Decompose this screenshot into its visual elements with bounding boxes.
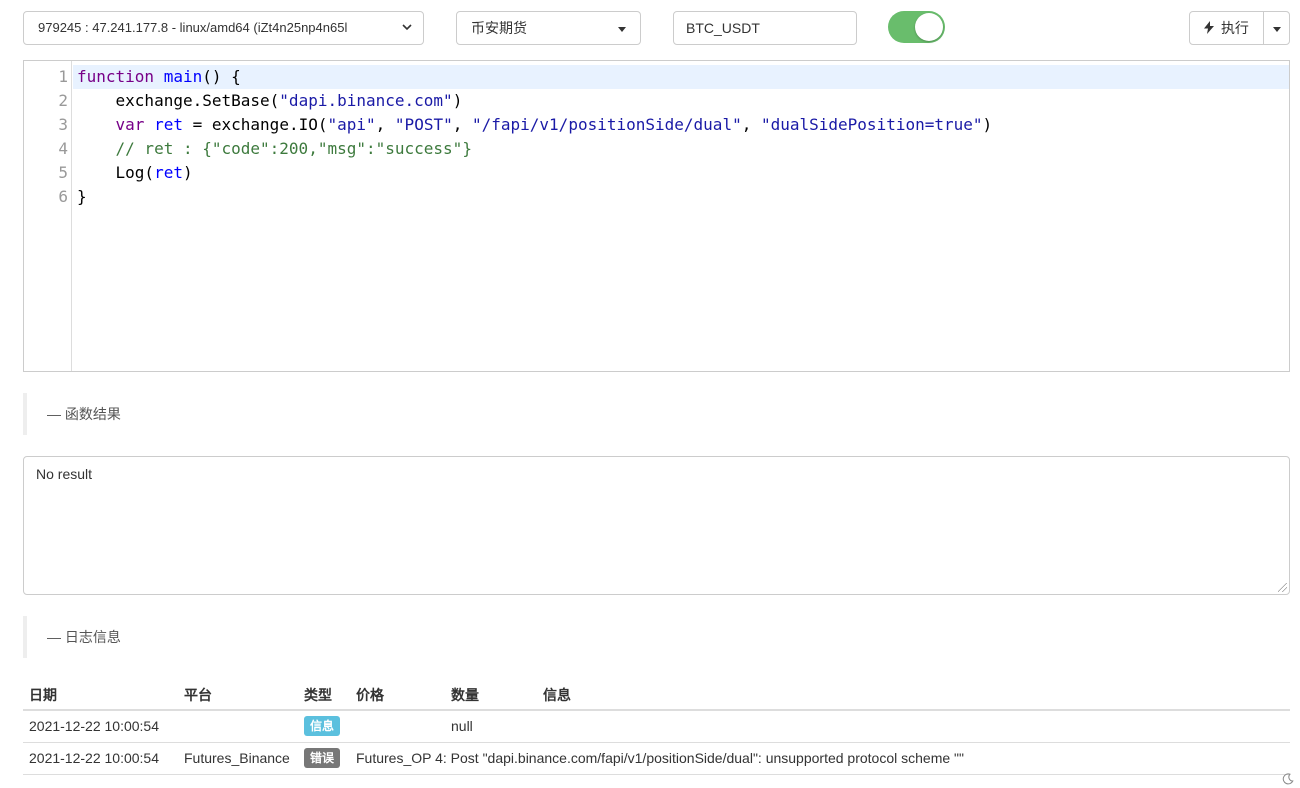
log-date: 2021-12-22 10:00:54 (23, 742, 178, 775)
status-badge: 错误 (304, 748, 341, 768)
result-textarea[interactable]: No result (23, 456, 1290, 595)
log-platform: Futures_Binance (178, 742, 298, 775)
result-section-header: — 函数结果 (23, 393, 121, 435)
col-header-price: 价格 (350, 680, 445, 711)
col-header-info: 信息 (537, 680, 1290, 711)
node-select[interactable]: 979245 : 47.241.177.8 - linux/amd64 (iZt… (23, 11, 424, 45)
log-date: 2021-12-22 10:00:54 (23, 710, 178, 743)
result-text: No result (36, 466, 93, 482)
exchange-select-value: 币安期货 (471, 20, 527, 36)
code-line[interactable]: Log(ret) (73, 161, 1289, 185)
code-line[interactable]: // ret : {"code":200,"msg":"success"} (73, 137, 1289, 161)
code-lines[interactable]: function main() { exchange.SetBase("dapi… (73, 65, 1289, 209)
line-number-gutter: 1 2 3 4 5 6 (24, 61, 72, 371)
line-number: 3 (58, 115, 68, 134)
caret-down-icon (1273, 27, 1281, 32)
log-price (350, 710, 445, 743)
moon-icon[interactable] (1282, 773, 1294, 788)
line-number: 1 (58, 67, 68, 86)
line-number: 6 (58, 187, 68, 206)
line-number: 5 (58, 163, 68, 182)
col-header-amount: 数量 (445, 680, 537, 711)
run-button[interactable]: 执行 (1189, 11, 1264, 45)
log-section-header: — 日志信息 (23, 616, 121, 658)
log-type-cell: 信息 (298, 710, 350, 743)
table-row: 2021-12-22 10:00:54 Futures_Binance 错误 F… (23, 742, 1290, 775)
exchange-select[interactable]: 币安期货 (456, 11, 641, 45)
toolbar: 979245 : 47.241.177.8 - linux/amd64 (iZt… (23, 11, 1290, 45)
chevron-down-icon (401, 12, 413, 44)
code-line[interactable]: function main() { (73, 65, 1289, 89)
bolt-icon (1204, 20, 1218, 36)
col-header-type: 类型 (298, 680, 350, 711)
table-row: 2021-12-22 10:00:54 信息 null (23, 710, 1290, 743)
code-line[interactable]: var ret = exchange.IO("api", "POST", "/f… (73, 113, 1289, 137)
log-section-title: — 日志信息 (47, 629, 121, 645)
trading-pair-input[interactable] (673, 11, 857, 45)
code-editor[interactable]: 1 2 3 4 5 6 function main() { exchange.S… (23, 60, 1290, 372)
run-button-label: 执行 (1220, 20, 1249, 36)
resize-grip-icon[interactable] (1278, 583, 1287, 592)
col-header-platform: 平台 (178, 680, 298, 711)
line-number: 2 (58, 91, 68, 110)
log-type-cell: 错误 (298, 742, 350, 775)
log-table: 日期 平台 类型 价格 数量 信息 2021-12-22 10:00:54 信息… (23, 680, 1290, 775)
log-table-header-row: 日期 平台 类型 价格 数量 信息 (23, 680, 1290, 711)
caret-down-icon (618, 27, 626, 32)
run-dropdown-toggle[interactable] (1263, 11, 1290, 45)
code-line[interactable]: exchange.SetBase("dapi.binance.com") (73, 89, 1289, 113)
node-select-value: 979245 : 47.241.177.8 - linux/amd64 (iZt… (38, 20, 348, 35)
result-section-title: — 函数结果 (47, 406, 121, 422)
log-platform (178, 710, 298, 743)
col-header-date: 日期 (23, 680, 178, 711)
line-number: 4 (58, 139, 68, 158)
toggle-switch[interactable] (888, 11, 945, 43)
toggle-knob (915, 13, 943, 41)
status-badge: 信息 (304, 716, 341, 737)
log-info: null (445, 710, 1290, 743)
log-info: Futures_OP 4: Post "dapi.binance.com/fap… (350, 742, 1290, 775)
code-line[interactable]: } (73, 185, 1289, 209)
